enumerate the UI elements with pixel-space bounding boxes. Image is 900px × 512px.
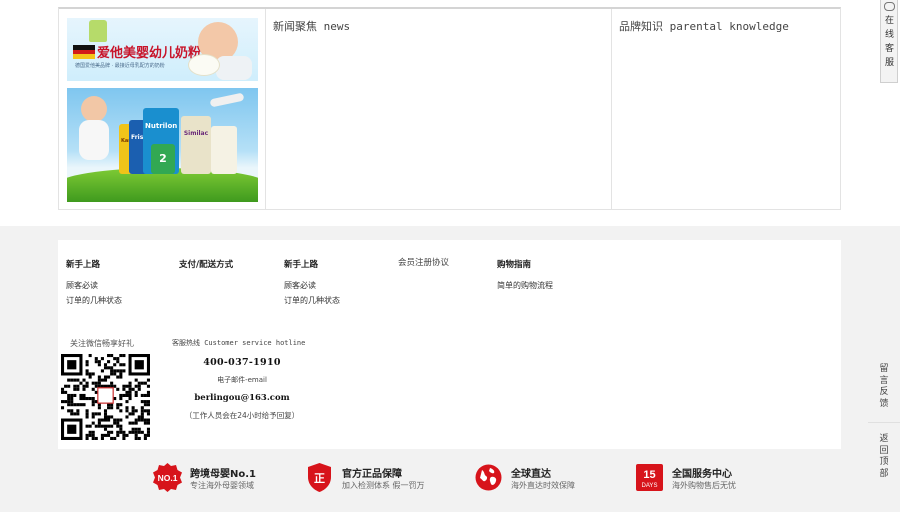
footer-link[interactable]: 顾客必读 <box>66 278 122 293</box>
service-email[interactable]: berlingou@163.com <box>171 393 313 403</box>
feature-subtitle: 海外购物售后无忧 <box>672 481 736 490</box>
feature-title: 跨境母婴No.1 <box>190 469 256 480</box>
member-agreement-link[interactable]: 会员注册协议 <box>398 256 449 268</box>
feature-title: 官方正品保障 <box>342 469 402 480</box>
online-service-label: 在线客服 <box>884 16 894 68</box>
germany-flag-icon <box>73 45 95 59</box>
chat-bubble-icon <box>884 2 895 11</box>
footer-link[interactable]: 订单的几种状态 <box>284 293 340 308</box>
airplane-icon <box>209 92 245 108</box>
brand-title[interactable]: 品牌知识 parental knowledge <box>619 18 789 34</box>
service-hotline-title: 客服热线 Customer service hotline <box>172 339 306 347</box>
news-title[interactable]: 新闻聚焦 news <box>273 18 350 34</box>
footer-link[interactable]: 顾客必读 <box>284 278 340 293</box>
svg-text:DAYS: DAYS <box>642 483 658 489</box>
feature-title: 全国服务中心 <box>672 469 732 480</box>
footer-heading: 支付/配送方式 <box>179 260 234 270</box>
shield-genuine-icon: 正 <box>308 463 331 492</box>
divider <box>868 422 900 423</box>
bottle-icon <box>89 20 107 42</box>
online-service-tab[interactable]: 在线客服 <box>880 0 898 83</box>
wechat-qr-code <box>61 354 150 440</box>
footer-panel: 新手上路 顾客必读 订单的几种状态 支付/配送方式 新手上路 顾客必读 订单的几… <box>58 240 841 449</box>
svg-text:NO.1: NO.1 <box>158 473 178 483</box>
footer-column: 新手上路 顾客必读 订单的几种状态 <box>66 258 122 308</box>
brand-knowledge-column: 品牌知识 parental knowledge <box>611 9 840 210</box>
feature-title: 全球直达 <box>511 469 551 480</box>
footer-link[interactable]: 订单的几种状态 <box>66 293 122 308</box>
footer-column: 购物指南 简单的购物流程 <box>497 258 553 293</box>
no1-badge-icon: NO.1 <box>153 463 182 492</box>
baby-image <box>81 96 107 122</box>
formula-banner[interactable]: Karicare Friso Nutrilon 2 Similac <box>67 88 258 202</box>
banner-title: 爱他美婴幼儿奶粉 <box>97 46 202 61</box>
response-note: （工作人员会在24小时给予回复） <box>184 411 300 420</box>
sheep-toy-image <box>188 54 220 76</box>
footer-column: 支付/配送方式 <box>179 258 233 278</box>
footer-heading: 新手上路 <box>66 260 101 270</box>
svg-text:正: 正 <box>314 472 325 485</box>
svg-text:15: 15 <box>643 469 655 481</box>
feature-subtitle: 海外直达时效保障 <box>511 481 575 490</box>
baby-body-image <box>216 56 252 80</box>
service-phone: 400-037-1910 <box>203 357 281 368</box>
customer-service-block: 客服热线 Customer service hotline 400-037-19… <box>171 338 313 421</box>
wechat-follow-label: 关注微信畅享好礼 <box>70 339 134 348</box>
back-to-top-link[interactable]: 返回顶部 <box>876 434 892 480</box>
content-panel: 爱他美婴幼儿奶粉 德国爱他美品牌 · 最接近母乳配方的奶粉 Karicare F… <box>58 7 841 210</box>
banner-subtitle: 德国爱他美品牌 · 最接近母乳配方的奶粉 <box>75 63 165 69</box>
formula-can: Similac <box>181 116 211 174</box>
footer-column: 会员注册协议 <box>398 256 449 276</box>
news-column: 新闻聚焦 news <box>265 9 611 210</box>
calendar-15-days-icon: 15 DAYS <box>636 464 663 491</box>
feedback-link[interactable]: 留言反馈 <box>876 364 892 410</box>
feature-subtitle: 专注海外母婴领域 <box>190 481 254 490</box>
globe-icon <box>475 464 502 491</box>
footer-column: 新手上路 顾客必读 订单的几种状态 <box>284 258 340 308</box>
email-label: 电子邮件-email <box>217 376 267 384</box>
baby-body-image <box>79 120 109 160</box>
feature-subtitle: 加入检测体系 假一罚万 <box>342 481 425 490</box>
formula-can <box>211 126 237 174</box>
footer-heading: 新手上路 <box>284 260 319 270</box>
formula-can: 2 <box>151 144 175 174</box>
aptamil-banner[interactable]: 爱他美婴幼儿奶粉 德国爱他美品牌 · 最接近母乳配方的奶粉 <box>67 18 258 81</box>
footer-heading: 购物指南 <box>497 260 532 270</box>
footer-link[interactable]: 简单的购物流程 <box>497 278 553 293</box>
